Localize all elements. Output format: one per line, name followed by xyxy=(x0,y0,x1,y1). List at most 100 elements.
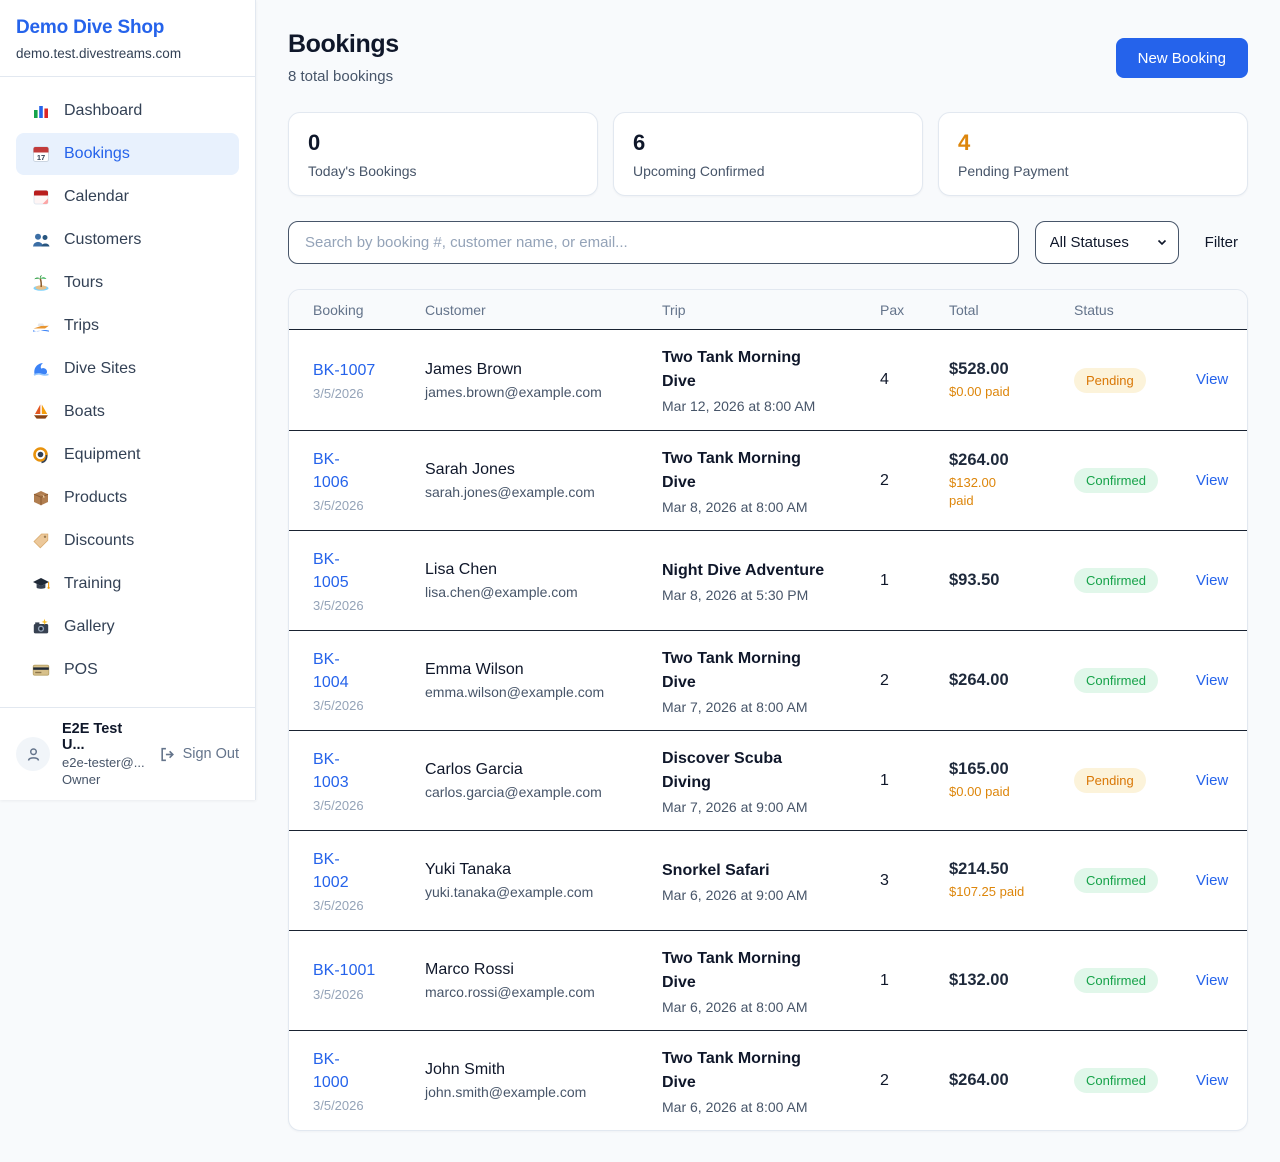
sidebar-item-discounts[interactable]: Discounts xyxy=(16,520,239,562)
column-header-total: Total xyxy=(949,302,1074,318)
view-link[interactable]: View xyxy=(1196,1072,1228,1089)
booking-date: 3/5/2026 xyxy=(313,898,411,913)
sidebar-item-pos[interactable]: POS xyxy=(16,649,239,691)
sidebar-item-training[interactable]: Training xyxy=(16,563,239,605)
customer-email: john.smith@example.com xyxy=(425,1084,648,1100)
person-icon xyxy=(25,746,42,763)
pax-count: 1 xyxy=(880,772,949,790)
column-header-booking: Booking xyxy=(313,302,425,318)
status-select[interactable]: All Statuses xyxy=(1035,221,1179,264)
view-link[interactable]: View xyxy=(1196,772,1228,789)
paid-amount: $0.00 paid xyxy=(949,383,1060,401)
booking-id-link[interactable]: BK- 1000 xyxy=(313,1048,349,1094)
view-link[interactable]: View xyxy=(1196,371,1228,388)
tag-icon xyxy=(32,532,50,550)
trip-datetime: Mar 7, 2026 at 9:00 AM xyxy=(662,799,866,815)
booking-id-link[interactable]: BK- 1002 xyxy=(313,848,349,894)
table-row: BK-1007 3/5/2026 James Brown james.brown… xyxy=(289,330,1247,430)
search-input[interactable] xyxy=(288,221,1019,264)
booking-date: 3/5/2026 xyxy=(313,498,411,513)
customer-email: sarah.jones@example.com xyxy=(425,484,648,500)
booking-date: 3/5/2026 xyxy=(313,798,411,813)
trip-name: Two Tank Morning Dive xyxy=(662,947,866,995)
trip-datetime: Mar 6, 2026 at 8:00 AM xyxy=(662,1099,866,1115)
sidebar-item-tours[interactable]: Tours xyxy=(16,262,239,304)
booking-date: 3/5/2026 xyxy=(313,698,411,713)
page-subtitle: 8 total bookings xyxy=(288,68,399,85)
sidebar-item-dive-sites[interactable]: Dive Sites xyxy=(16,348,239,390)
sidebar-item-boats[interactable]: Boats xyxy=(16,391,239,433)
filter-row: All Statuses Filter xyxy=(288,221,1248,264)
booking-date: 3/5/2026 xyxy=(313,1098,411,1113)
diving-mask-icon xyxy=(32,446,50,464)
pax-count: 1 xyxy=(880,972,949,990)
bar-chart-icon xyxy=(32,102,50,120)
trip-datetime: Mar 8, 2026 at 5:30 PM xyxy=(662,587,866,603)
booking-date: 3/5/2026 xyxy=(313,386,411,401)
avatar xyxy=(16,737,50,771)
new-booking-button[interactable]: New Booking xyxy=(1116,38,1248,78)
sidebar-item-products[interactable]: Products xyxy=(16,477,239,519)
user-email: e2e-tester@... xyxy=(62,755,147,770)
sign-out-label: Sign Out xyxy=(183,746,239,762)
table-row: BK- 1005 3/5/2026 Lisa Chen lisa.chen@ex… xyxy=(289,530,1247,630)
status-badge: Confirmed xyxy=(1074,868,1158,893)
status-badge: Pending xyxy=(1074,768,1146,793)
customer-email: carlos.garcia@example.com xyxy=(425,784,648,800)
stat-card-today: 0 Today's Bookings xyxy=(288,112,598,196)
pax-count: 4 xyxy=(880,371,949,389)
table-body: BK-1007 3/5/2026 James Brown james.brown… xyxy=(289,330,1247,1130)
trip-name: Two Tank Morning Dive xyxy=(662,447,866,495)
trip-name: Snorkel Safari xyxy=(662,859,866,883)
customer-name: Lisa Chen xyxy=(425,561,648,579)
sidebar-item-dashboard[interactable]: Dashboard xyxy=(16,90,239,132)
status-badge: Pending xyxy=(1074,368,1146,393)
brand-name: Demo Dive Shop xyxy=(16,17,239,39)
table-header-row: Booking Customer Trip Pax Total Status xyxy=(289,290,1247,330)
sidebar-item-calendar[interactable]: Calendar xyxy=(16,176,239,218)
pax-count: 2 xyxy=(880,1072,949,1090)
trip-name: Night Dive Adventure xyxy=(662,559,866,583)
booking-id-link[interactable]: BK-1001 xyxy=(313,959,375,982)
user-role: Owner xyxy=(62,772,147,787)
view-link[interactable]: View xyxy=(1196,672,1228,689)
status-badge: Confirmed xyxy=(1074,968,1158,993)
table-row: BK-1001 3/5/2026 Marco Rossi marco.rossi… xyxy=(289,930,1247,1030)
stat-label: Upcoming Confirmed xyxy=(633,163,903,179)
wave-icon xyxy=(32,360,50,378)
view-link[interactable]: View xyxy=(1196,872,1228,889)
sidebar-item-customers[interactable]: Customers xyxy=(16,219,239,261)
view-link[interactable]: View xyxy=(1196,572,1228,589)
customer-email: marco.rossi@example.com xyxy=(425,984,648,1000)
booking-id-link[interactable]: BK- 1004 xyxy=(313,648,349,694)
sidebar-item-equipment[interactable]: Equipment xyxy=(16,434,239,476)
view-link[interactable]: View xyxy=(1196,472,1228,489)
trip-datetime: Mar 12, 2026 at 8:00 AM xyxy=(662,398,866,414)
calendar-icon xyxy=(32,188,50,206)
view-link[interactable]: View xyxy=(1196,972,1228,989)
trip-name: Two Tank Morning Dive xyxy=(662,346,866,394)
sidebar-item-bookings[interactable]: 17 Bookings xyxy=(16,133,239,175)
column-header-pax: Pax xyxy=(880,302,949,318)
sidebar-header: Demo Dive Shop demo.test.divestreams.com xyxy=(0,0,255,77)
total-amount: $264.00 xyxy=(949,1071,1060,1090)
booking-id-link[interactable]: BK-1007 xyxy=(313,359,375,382)
sailboat-icon xyxy=(32,403,50,421)
booking-id-link[interactable]: BK- 1006 xyxy=(313,448,349,494)
sidebar-item-trips[interactable]: Trips xyxy=(16,305,239,347)
sidebar-item-gallery[interactable]: Gallery xyxy=(16,606,239,648)
booking-id-link[interactable]: BK- 1003 xyxy=(313,748,349,794)
status-badge: Confirmed xyxy=(1074,668,1158,693)
total-amount: $264.00 xyxy=(949,671,1060,690)
customer-email: emma.wilson@example.com xyxy=(425,684,648,700)
paid-amount: $107.25 paid xyxy=(949,883,1060,901)
customer-email: yuki.tanaka@example.com xyxy=(425,884,648,900)
booking-id-link[interactable]: BK- 1005 xyxy=(313,548,349,594)
table-row: BK- 1000 3/5/2026 John Smith john.smith@… xyxy=(289,1030,1247,1130)
booking-date: 3/5/2026 xyxy=(313,598,411,613)
pax-count: 1 xyxy=(880,572,949,590)
sign-out-button[interactable]: Sign Out xyxy=(159,746,239,763)
filter-button[interactable]: Filter xyxy=(1195,234,1248,251)
table-row: BK- 1004 3/5/2026 Emma Wilson emma.wilso… xyxy=(289,630,1247,730)
customer-name: Sarah Jones xyxy=(425,461,648,479)
